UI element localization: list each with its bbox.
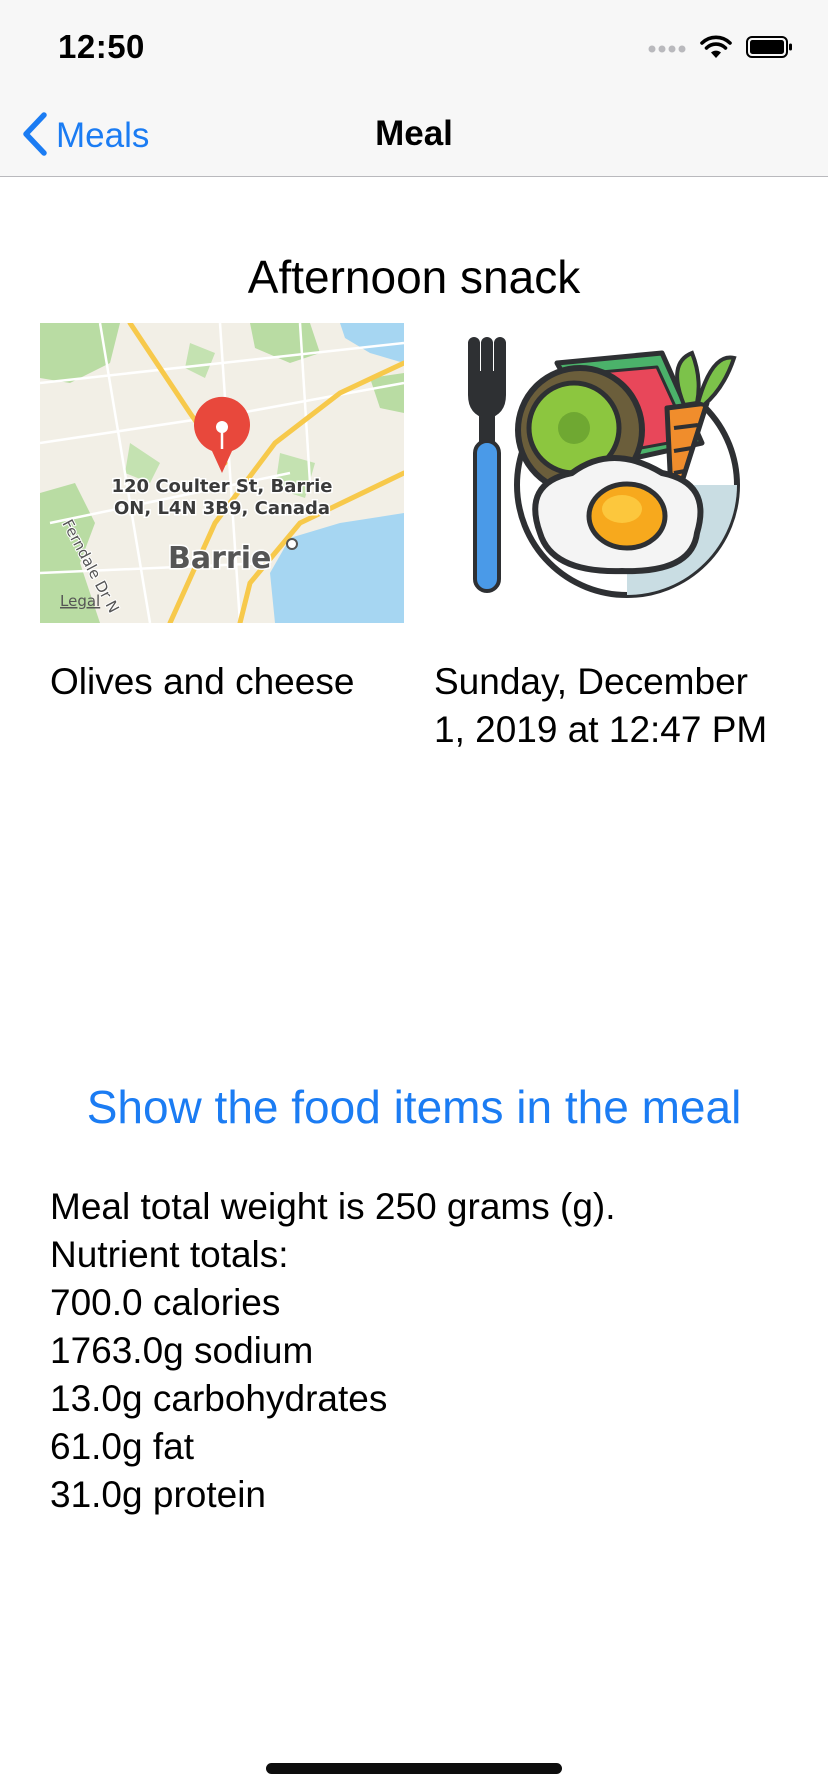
protein-value: 31.0g protein: [50, 1474, 267, 1515]
meal-plate-icon: [468, 337, 740, 598]
meal-title: Afternoon snack: [247, 251, 581, 303]
wifi-icon: [700, 35, 732, 64]
nutrition-summary: Meal total weight is 250 grams (g). Nutr…: [50, 1183, 616, 1519]
map-city-label: Barrie: [168, 541, 271, 576]
carbohydrates-value: 13.0g carbohydrates: [50, 1378, 388, 1419]
map-legal-link[interactable]: Legal: [60, 592, 100, 610]
meal-weight-text: Meal total weight is 250 grams (g).: [50, 1186, 616, 1227]
show-food-items-button[interactable]: Show the food items in the meal: [0, 1080, 828, 1134]
status-bar: 12:50: [0, 0, 828, 96]
navigation-bar: Meals Meal: [0, 96, 828, 177]
meal-datetime: Sunday, December 1, 2019 at 12:47 PM: [434, 661, 768, 750]
status-icons: [648, 34, 794, 64]
status-time: 12:50: [58, 28, 145, 65]
cellular-dots-icon: [648, 40, 686, 58]
map-address-line2: ON, L4N 3B9, Canada: [114, 498, 330, 519]
home-indicator[interactable]: [266, 1763, 562, 1774]
map-address-line1: 120 Coulter St, Barrie: [111, 476, 332, 497]
city-marker: [286, 538, 298, 550]
fork-icon: [468, 337, 506, 593]
meal-image: [462, 333, 762, 623]
nav-title: Meal: [375, 114, 453, 153]
battery-icon: [746, 35, 794, 64]
fried-egg-icon: [532, 455, 704, 575]
calories-value: 700.0 calories: [50, 1282, 281, 1323]
map-canvas: 120 Coulter St, Barrie ON, L4N 3B9, Cana…: [40, 323, 404, 623]
location-map[interactable]: 120 Coulter St, Barrie ON, L4N 3B9, Cana…: [40, 323, 404, 623]
sodium-value: 1763.0g sodium: [50, 1330, 314, 1371]
nutrient-totals-header: Nutrient totals:: [50, 1234, 289, 1275]
meal-description: Olives and cheese: [50, 661, 355, 702]
fat-value: 61.0g fat: [50, 1426, 195, 1467]
